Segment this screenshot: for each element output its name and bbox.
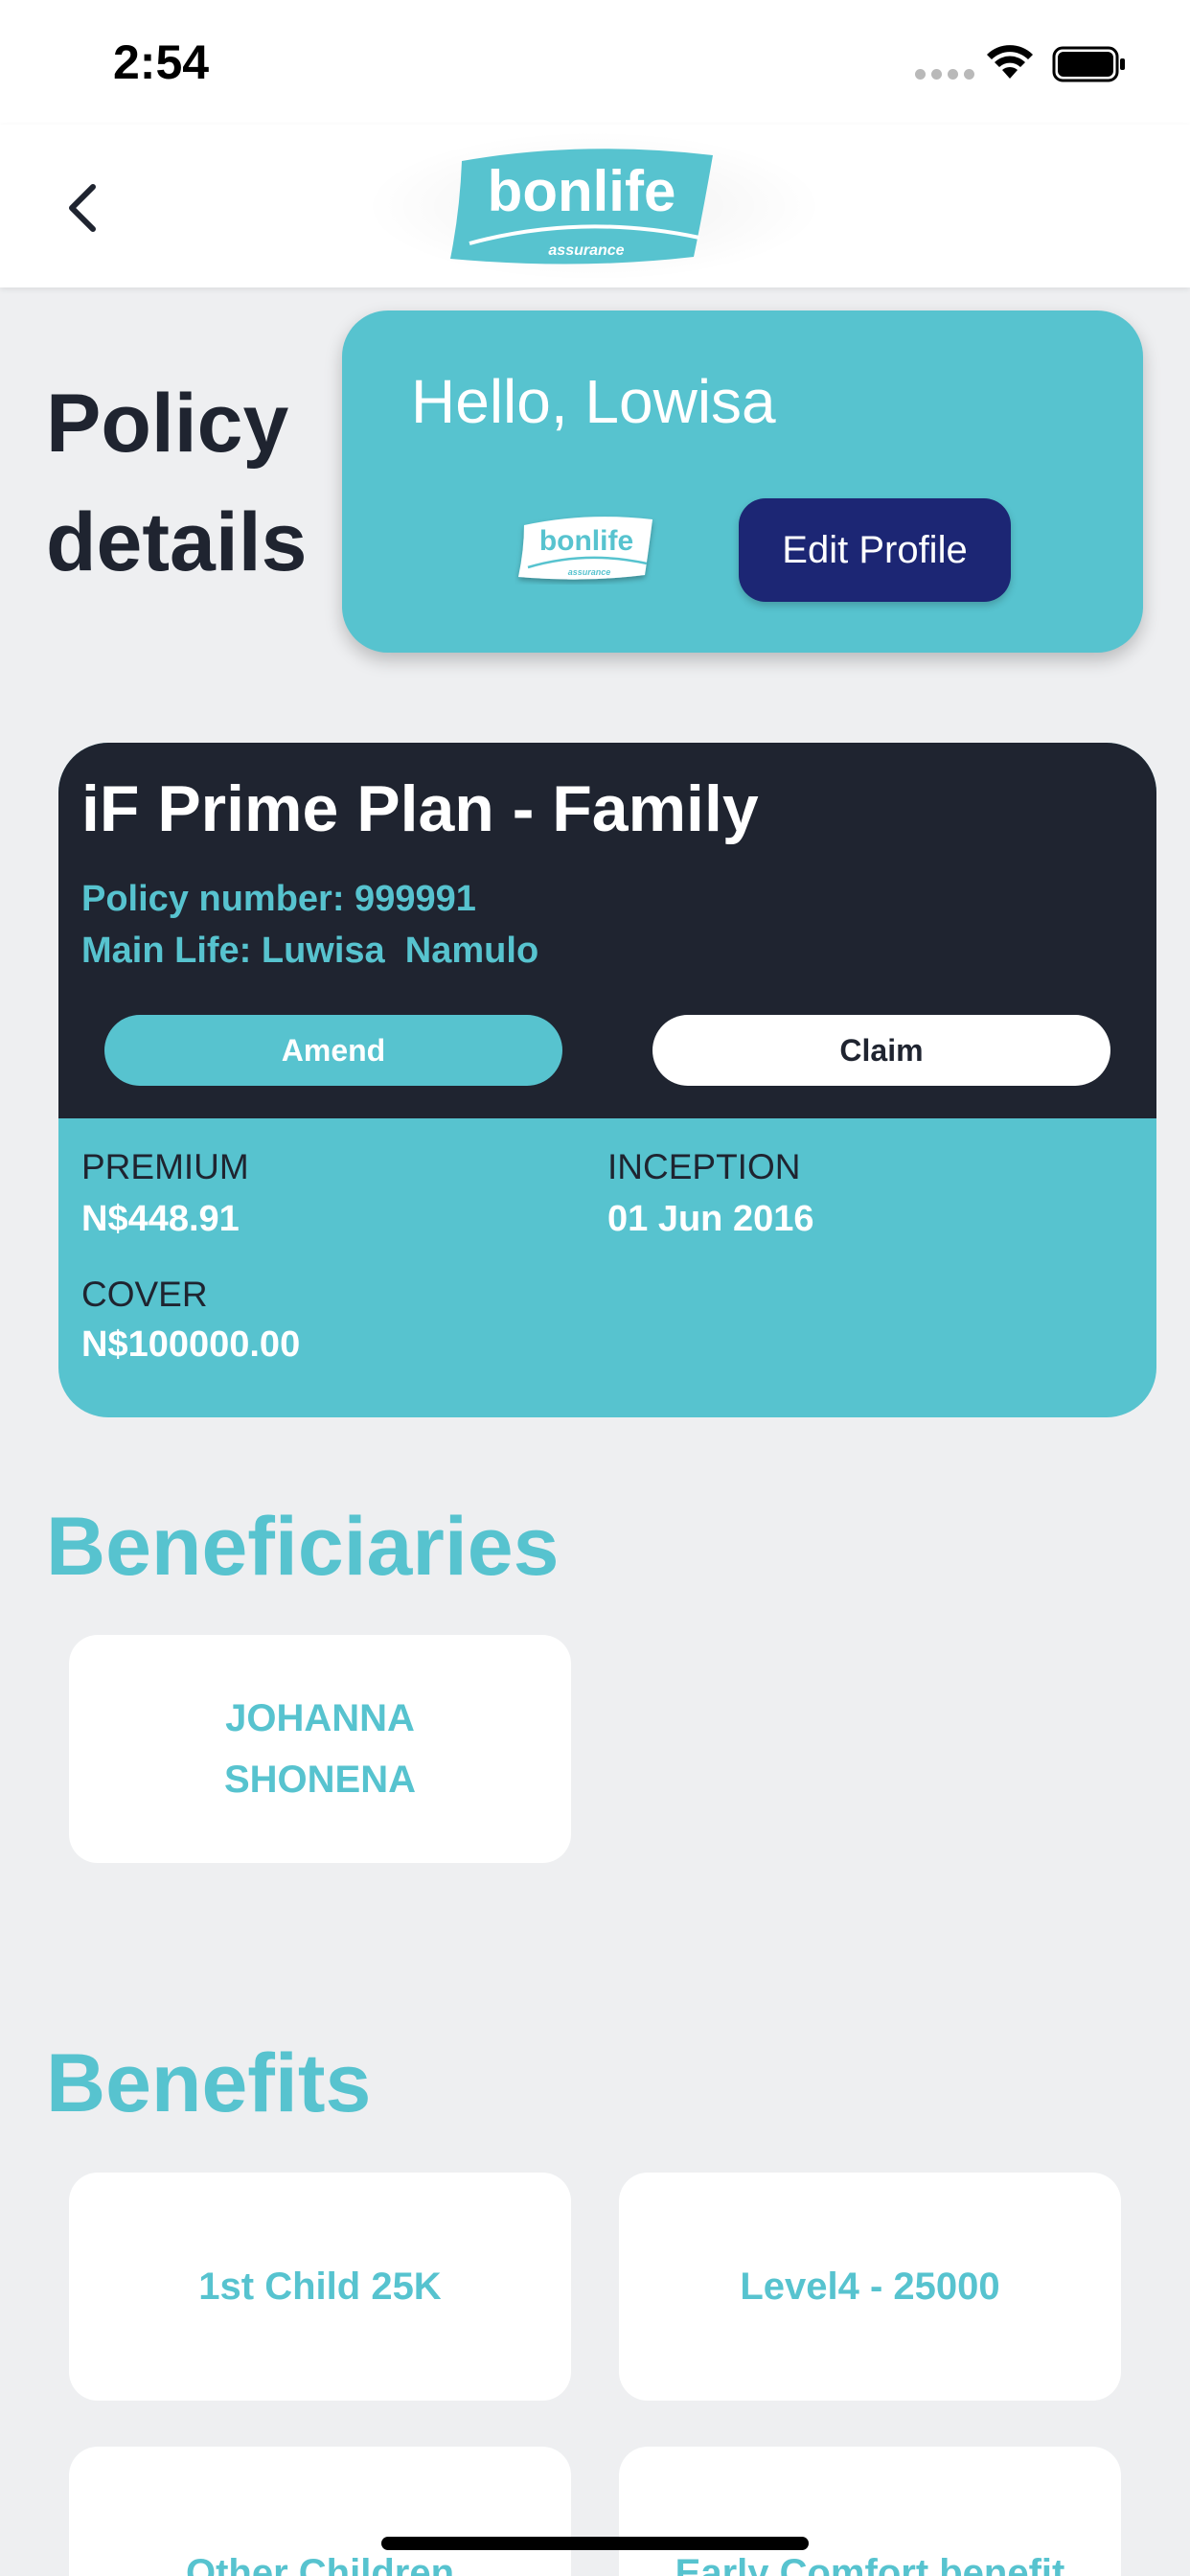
nav-bar: bonlife assurance [0,125,1190,288]
main-life: Main Life: Luwisa Namulo [81,931,539,971]
cover-value: N$100000.00 [81,1324,301,1365]
premium-label: PREMIUM [81,1147,249,1186]
policy-card: iF Prime Plan - Family Policy number: 99… [58,743,1156,1417]
benefit-tile[interactable]: 1st Child 25K [69,2173,571,2401]
chevron-left-icon [69,184,96,232]
home-indicator [381,2537,809,2550]
inception-label: INCEPTION [607,1147,801,1186]
logo-subtext: assurance [548,242,624,259]
claim-button[interactable]: Claim [652,1015,1110,1086]
inception-value: 01 Jun 2016 [607,1199,814,1239]
back-button[interactable] [53,174,110,242]
premium-value: N$448.91 [81,1199,240,1239]
benefit-tile[interactable]: Level4 - 25000 [619,2173,1121,2401]
benefits-heading: Benefits [46,2037,372,2129]
beneficiaries-heading: Beneficiaries [46,1501,560,1593]
bonlife-logo-small: bonlife assurance [518,517,652,580]
profile-card: Hello, Lowisa bonlife assurance Edit Pro… [342,310,1143,653]
small-logo-subtext: assurance [568,567,611,577]
battery-icon [1052,46,1125,82]
policy-number: Policy number: 999991 [81,879,476,919]
benefit-tile[interactable]: Early Comfort benefit [619,2447,1121,2576]
wifi-icon [987,45,1033,79]
policy-header: iF Prime Plan - Family Policy number: 99… [58,743,1156,1118]
greeting: Hello, Lowisa [411,367,776,436]
logo-text: bonlife [488,159,676,223]
page-title: Policy details [46,378,308,588]
amend-button[interactable]: Amend [104,1015,562,1086]
bonlife-logo: bonlife assurance [450,149,713,264]
plan-name: iF Prime Plan - Family [81,772,759,845]
cover-label: COVER [81,1275,208,1314]
beneficiary-tile[interactable]: JOHANNA SHONENA [69,1635,571,1863]
status-time: 2:54 [113,35,210,89]
benefit-tile[interactable]: Other Children [69,2447,571,2576]
small-logo-text: bonlife [539,525,633,557]
edit-profile-button[interactable]: Edit Profile [739,498,1011,602]
cellular-signal-icon [915,69,974,80]
status-bar: 2:54 [0,0,1190,125]
